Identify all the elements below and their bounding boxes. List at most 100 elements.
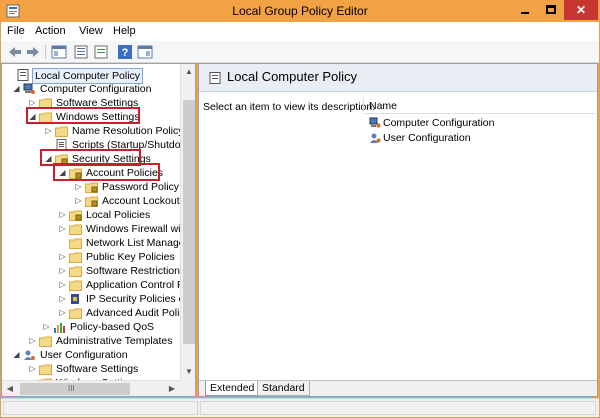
security-folder-icon: [69, 210, 82, 221]
collapsed-arrow-icon[interactable]: ▷: [58, 264, 67, 278]
console-pane-icon[interactable]: [137, 44, 153, 60]
policy-document-icon: [209, 72, 221, 84]
folder-icon: [55, 126, 68, 137]
folder-icon: [69, 266, 82, 277]
tree-item-label: Windows Firewall with: [86, 223, 190, 235]
forward-arrow-icon[interactable]: [25, 44, 41, 60]
computer-icon: [369, 117, 381, 128]
scroll-right-icon[interactable]: ▶: [164, 381, 180, 396]
minimize-button[interactable]: [512, 0, 538, 20]
tree-item-label: Computer Configuration: [40, 83, 152, 95]
folder-icon: [69, 280, 82, 291]
status-bar: [1, 398, 599, 417]
export-list-icon[interactable]: [93, 44, 109, 60]
maximize-button[interactable]: [538, 0, 564, 20]
menu-file[interactable]: File: [7, 25, 25, 37]
details-title: Local Computer Policy: [227, 69, 358, 84]
scroll-thumb[interactable]: [183, 100, 195, 344]
collapsed-arrow-icon[interactable]: ▷: [58, 208, 67, 222]
folder-icon: [39, 336, 52, 347]
toolbar: ?: [1, 41, 599, 63]
tree-item-label: Password Policy: [102, 181, 180, 193]
tree-item-label: Name Resolution Policy: [72, 125, 184, 137]
folder-icon: [69, 224, 82, 235]
details-pane: Local Computer Policy Select an item to …: [198, 63, 598, 397]
scroll-down-icon[interactable]: ▼: [181, 364, 195, 380]
security-folder-icon: [85, 196, 98, 207]
title-bar[interactable]: Local Group Policy Editor ✕: [0, 0, 600, 22]
tree-item-label: Local Policies: [86, 209, 151, 221]
folder-icon: [39, 364, 52, 375]
collapsed-arrow-icon[interactable]: ▷: [28, 334, 37, 348]
maximize-icon: [546, 5, 556, 14]
tree-item-label: User Configuration: [40, 349, 128, 361]
folder-icon: [69, 252, 82, 263]
menu-view[interactable]: View: [79, 25, 103, 37]
tree-item-label: Administrative Templates: [56, 335, 173, 347]
column-header-label: Name: [369, 100, 398, 112]
scroll-up-icon[interactable]: ▲: [181, 64, 195, 80]
hscroll-grip: III: [68, 384, 75, 393]
tree-horizontal-scrollbar[interactable]: ◀ III ▶: [2, 380, 180, 396]
back-arrow-icon[interactable]: [7, 44, 23, 60]
menu-help[interactable]: Help: [113, 25, 136, 37]
hscroll-thumb[interactable]: III: [20, 383, 130, 395]
scroll-left-icon[interactable]: ◀: [2, 381, 18, 396]
collapsed-arrow-icon[interactable]: ▷: [58, 250, 67, 264]
folder-icon: [69, 308, 82, 319]
toolbar-separator: [45, 45, 46, 59]
tree-item-label: Policy-based QoS: [70, 321, 155, 333]
details-header: Local Computer Policy: [199, 64, 597, 92]
folder-icon: [69, 238, 82, 249]
expanded-arrow-icon[interactable]: ◢: [12, 82, 21, 96]
menu-action[interactable]: Action: [35, 25, 66, 37]
ip-security-icon: [71, 294, 79, 304]
no-expander: [6, 68, 15, 82]
status-segment: [3, 401, 198, 415]
view-tabs: Extended Standard: [199, 380, 597, 396]
tree-item-label: Account Lockout P: [102, 195, 190, 207]
properties-icon[interactable]: [73, 44, 89, 60]
qos-chart-icon: [54, 323, 65, 333]
collapsed-arrow-icon[interactable]: ▷: [58, 306, 67, 320]
status-segment: [200, 401, 596, 415]
no-expander: [58, 236, 67, 250]
svg-text:?: ?: [122, 47, 129, 59]
tree-item-label: Advanced Audit Policy: [86, 307, 190, 319]
column-separator: [363, 98, 364, 114]
tree-item-label: Application Control Po: [86, 279, 190, 291]
computer-icon: [23, 83, 35, 94]
help-icon[interactable]: ?: [117, 44, 133, 60]
show-hide-console-tree-icon[interactable]: [51, 44, 67, 60]
collapsed-arrow-icon[interactable]: ▷: [44, 124, 53, 138]
tab-standard[interactable]: Standard: [257, 381, 310, 396]
menu-bar: File Action View Help: [1, 22, 599, 41]
minimize-icon: [521, 12, 529, 14]
user-icon: [370, 133, 381, 143]
collapsed-arrow-icon[interactable]: ▷: [74, 180, 83, 194]
list-item-label: Computer Configuration: [383, 117, 495, 129]
computer-policy-icon: [17, 69, 29, 81]
highlight-windows-settings: [26, 107, 140, 124]
window-title: Local Group Policy Editor: [232, 4, 368, 18]
tree-item-label: Public Key Policies: [86, 251, 175, 263]
tree-item-label: Software Settings: [56, 363, 139, 375]
collapsed-arrow-icon[interactable]: ▷: [58, 278, 67, 292]
collapsed-arrow-icon[interactable]: ▷: [58, 222, 67, 236]
user-icon: [24, 350, 35, 360]
tab-extended[interactable]: Extended: [205, 381, 260, 396]
list-item-label: User Configuration: [383, 132, 471, 144]
scroll-corner: [180, 380, 195, 396]
security-folder-icon: [85, 182, 98, 193]
collapsed-arrow-icon[interactable]: ▷: [28, 362, 37, 376]
highlight-account-policies: [53, 163, 160, 181]
collapsed-arrow-icon[interactable]: ▷: [58, 292, 67, 306]
collapsed-arrow-icon[interactable]: ▷: [74, 194, 83, 208]
collapsed-arrow-icon[interactable]: ▷: [42, 320, 51, 334]
description-text: Select an item to view its description.: [203, 101, 376, 113]
expanded-arrow-icon[interactable]: ◢: [12, 348, 21, 362]
column-header-name[interactable]: Name: [365, 98, 596, 114]
tree-vertical-scrollbar[interactable]: ▲ ▼: [180, 64, 195, 380]
close-icon: ✕: [575, 3, 587, 17]
close-button[interactable]: ✕: [564, 0, 598, 20]
